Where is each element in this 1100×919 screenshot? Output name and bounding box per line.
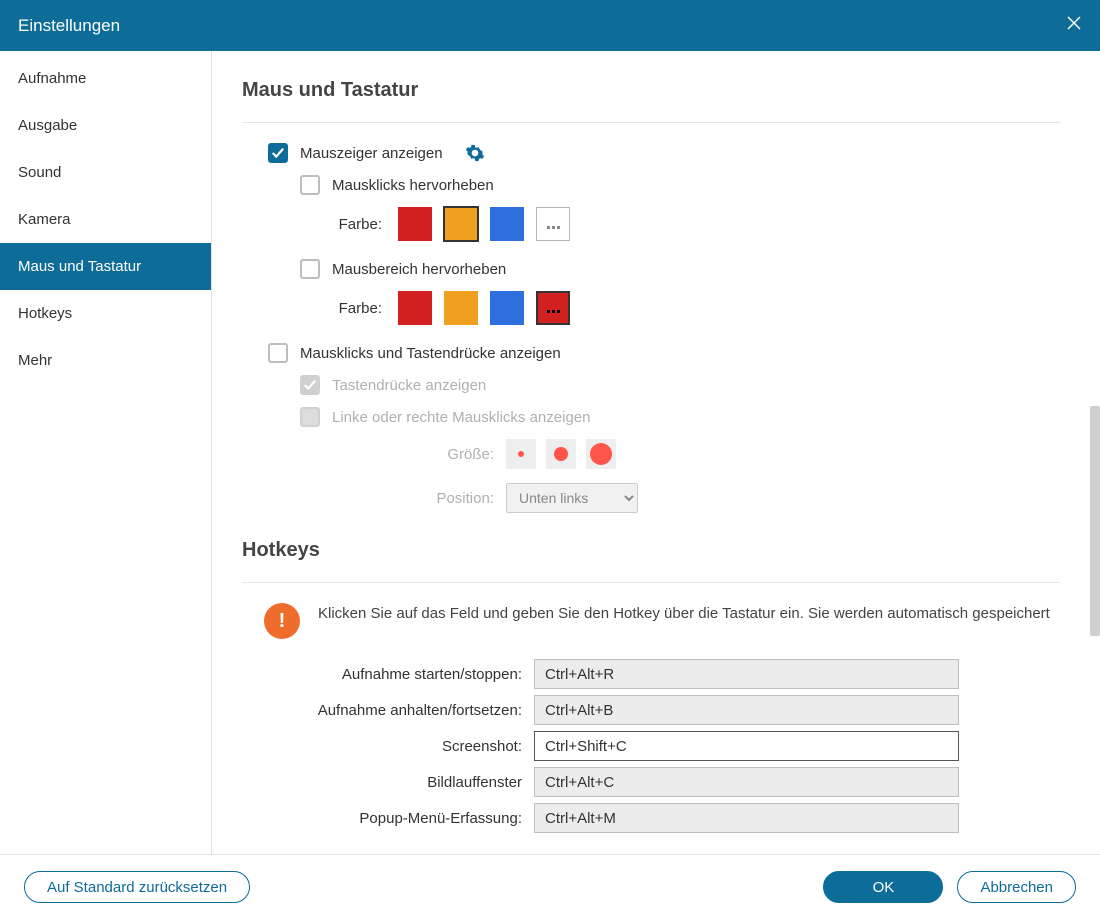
reset-button[interactable]: Auf Standard zurücksetzen bbox=[24, 871, 250, 903]
color-swatch-blue[interactable] bbox=[490, 207, 524, 241]
sidebar-item-ausgabe[interactable]: Ausgabe bbox=[0, 102, 211, 149]
window-title: Einstellungen bbox=[18, 16, 120, 36]
hk-input-scrollwin[interactable] bbox=[534, 767, 959, 797]
color-swatch-orange-2[interactable] bbox=[444, 291, 478, 325]
sidebar-item-kamera[interactable]: Kamera bbox=[0, 196, 211, 243]
hotkeys-info-text: Klicken Sie auf das Feld und geben Sie d… bbox=[318, 603, 1050, 624]
section-title-mouse: Maus und Tastatur bbox=[242, 79, 1060, 102]
label-color2: Farbe: bbox=[332, 300, 382, 317]
titlebar: Einstellungen bbox=[0, 0, 1100, 51]
ok-button[interactable]: OK bbox=[823, 871, 943, 903]
size-large[interactable] bbox=[586, 439, 616, 469]
color-swatch-more[interactable] bbox=[536, 207, 570, 241]
hk-label-scrollwin: Bildlauffenster bbox=[242, 774, 534, 791]
sidebar-item-maus-und-tastatur[interactable]: Maus und Tastatur bbox=[0, 243, 211, 290]
label-highlight-clicks: Mausklicks hervorheben bbox=[332, 177, 494, 194]
scrollbar[interactable] bbox=[1090, 406, 1100, 636]
sidebar-item-aufnahme[interactable]: Aufnahme bbox=[0, 55, 211, 102]
checkbox-show-cursor[interactable] bbox=[268, 143, 288, 163]
hk-input-popup[interactable] bbox=[534, 803, 959, 833]
sidebar: Aufnahme Ausgabe Sound Kamera Maus und T… bbox=[0, 51, 212, 854]
size-medium[interactable] bbox=[546, 439, 576, 469]
color-swatch-orange[interactable] bbox=[444, 207, 478, 241]
label-position: Position: bbox=[300, 490, 494, 507]
divider bbox=[242, 582, 1060, 583]
label-color1: Farbe: bbox=[332, 216, 382, 233]
footer: Auf Standard zurücksetzen OK Abbrechen bbox=[0, 854, 1100, 919]
sidebar-item-mehr[interactable]: Mehr bbox=[0, 337, 211, 384]
info-icon: ! bbox=[264, 603, 300, 639]
label-show-cursor: Mauszeiger anzeigen bbox=[300, 145, 443, 162]
color-swatch-red[interactable] bbox=[398, 207, 432, 241]
hk-label-screenshot: Screenshot: bbox=[242, 738, 534, 755]
checkbox-show-keystrokes bbox=[300, 375, 320, 395]
size-small[interactable] bbox=[506, 439, 536, 469]
section-title-hotkeys: Hotkeys bbox=[242, 539, 1060, 562]
color-swatch-red-2[interactable] bbox=[398, 291, 432, 325]
close-icon[interactable] bbox=[1066, 14, 1082, 37]
label-size: Größe: bbox=[300, 446, 494, 463]
sidebar-item-sound[interactable]: Sound bbox=[0, 149, 211, 196]
label-show-clicks-keys: Mausklicks und Tastendrücke anzeigen bbox=[300, 345, 561, 362]
hk-input-screenshot[interactable] bbox=[534, 731, 959, 761]
checkbox-show-clicks-keys[interactable] bbox=[268, 343, 288, 363]
label-show-keystrokes: Tastendrücke anzeigen bbox=[332, 377, 486, 394]
color-swatch-blue-2[interactable] bbox=[490, 291, 524, 325]
hk-label-popup: Popup-Menü-Erfassung: bbox=[242, 810, 534, 827]
label-highlight-area: Mausbereich hervorheben bbox=[332, 261, 506, 278]
cancel-button[interactable]: Abbrechen bbox=[957, 871, 1076, 903]
hk-label-record: Aufnahme starten/stoppen: bbox=[242, 666, 534, 683]
hk-label-pause: Aufnahme anhalten/fortsetzen: bbox=[242, 702, 534, 719]
divider bbox=[242, 122, 1060, 123]
content-pane: Maus und Tastatur Mauszeiger anzeigen bbox=[212, 51, 1100, 854]
hk-input-pause[interactable] bbox=[534, 695, 959, 725]
checkbox-highlight-area[interactable] bbox=[300, 259, 320, 279]
hk-input-record[interactable] bbox=[534, 659, 959, 689]
position-select[interactable]: Unten links bbox=[506, 483, 638, 513]
checkbox-highlight-clicks[interactable] bbox=[300, 175, 320, 195]
gear-icon[interactable] bbox=[465, 143, 485, 163]
color-swatch-more-2[interactable] bbox=[536, 291, 570, 325]
checkbox-show-lr-clicks bbox=[300, 407, 320, 427]
sidebar-item-hotkeys[interactable]: Hotkeys bbox=[0, 290, 211, 337]
label-show-lr-clicks: Linke oder rechte Mausklicks anzeigen bbox=[332, 409, 590, 426]
